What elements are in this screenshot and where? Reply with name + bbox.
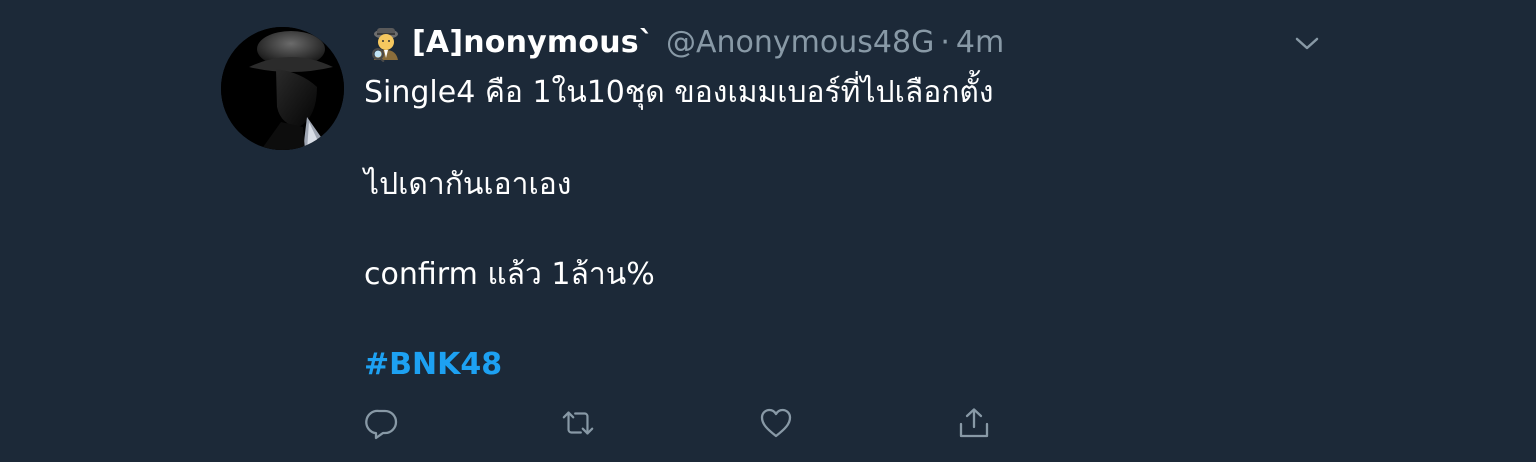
tweet-card[interactable]: [A]nonymous` @Anonymous48G · 4m Single4 … <box>0 0 1536 462</box>
avatar-image <box>221 27 344 150</box>
tweet-line: confirm แล้ว 1ล้าน% <box>364 257 655 292</box>
reply-button[interactable] <box>364 405 400 441</box>
user-handle[interactable]: @Anonymous48G <box>666 25 934 60</box>
detective-icon <box>372 28 398 62</box>
timestamp[interactable]: 4m <box>956 25 1004 60</box>
tweet-line: ไปเดากันเอาเอง <box>364 167 572 202</box>
share-icon <box>959 408 989 438</box>
reply-icon <box>365 409 398 440</box>
hashtag-link[interactable]: #BNK48 <box>364 342 502 388</box>
tweet-header: [A]nonymous` @Anonymous48G · 4m <box>366 21 1004 63</box>
display-name[interactable]: [A]nonymous` <box>412 25 654 60</box>
retweet-button[interactable] <box>560 405 596 441</box>
share-button[interactable] <box>956 405 992 441</box>
like-icon <box>760 408 792 438</box>
like-button[interactable] <box>758 405 794 441</box>
separator-dot: · <box>940 24 950 60</box>
avatar[interactable] <box>221 27 344 150</box>
retweet-icon <box>562 411 594 435</box>
tweet-line: Single4 คือ 1ใน10ชุด ของเมมเบอร์ที่ไปเลื… <box>364 75 994 110</box>
chevron-down-icon[interactable] <box>1294 34 1320 54</box>
